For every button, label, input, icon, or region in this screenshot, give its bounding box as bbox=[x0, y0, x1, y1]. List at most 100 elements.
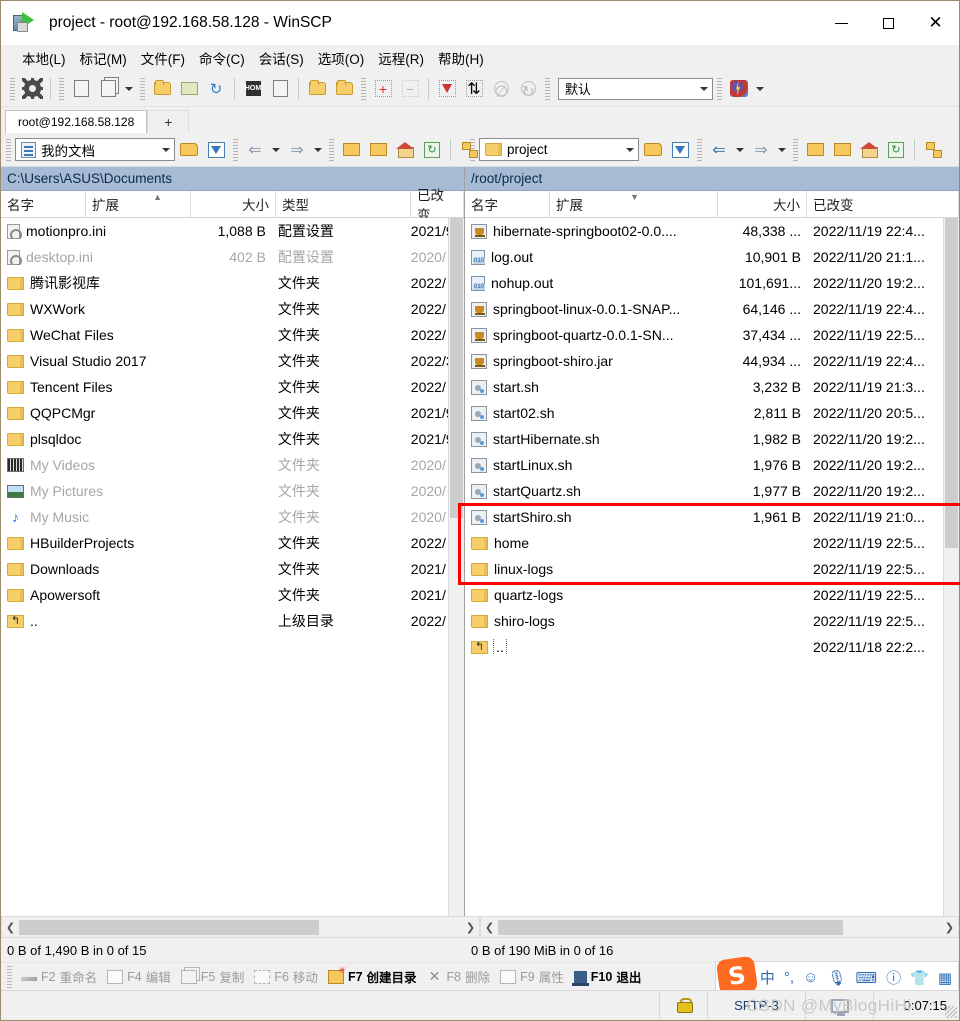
fkey-create-directory[interactable]: F7 创建目录 bbox=[324, 965, 421, 986]
ime-skin[interactable]: 👕 bbox=[910, 969, 929, 987]
local-table-row[interactable]: Tencent Files 文件夹 2022/ bbox=[1, 374, 464, 400]
remote-table-row[interactable]: log.out 10,901 B 2022/11/20 21:1... bbox=[465, 244, 959, 270]
fkey-rename[interactable]: F2 重命名 bbox=[17, 967, 101, 986]
toolbar-grip[interactable] bbox=[233, 138, 238, 161]
local-back-dropdown[interactable] bbox=[269, 137, 283, 163]
synchronize-browsing-button[interactable] bbox=[176, 76, 202, 102]
remote-table-row[interactable]: springboot-linux-0.0.1-SNAP... 64,146 ...… bbox=[465, 296, 959, 322]
session-tab-active[interactable]: root@192.168.58.128 bbox=[5, 110, 148, 133]
local-table-row[interactable]: Visual Studio 2017 文件夹 2022/3 bbox=[1, 348, 464, 374]
remote-table-row[interactable]: springboot-quartz-0.0.1-SN... 37,434 ... 2… bbox=[465, 322, 959, 348]
remote-table-row[interactable]: home 2022/11/19 22:5... bbox=[465, 530, 959, 556]
local-table-row[interactable]: Apowersoft 文件夹 2021/ bbox=[1, 582, 464, 608]
remote-col-changed[interactable]: 已改变 bbox=[807, 191, 959, 217]
local-home-directory-button[interactable] bbox=[392, 137, 418, 163]
toolbar-grip[interactable] bbox=[717, 77, 722, 100]
local-path-dropdown[interactable] bbox=[158, 139, 174, 160]
remote-forward-button[interactable]: ⇒ bbox=[748, 137, 774, 163]
local-tree-button[interactable] bbox=[456, 137, 482, 163]
remote-filter-button[interactable] bbox=[667, 137, 693, 163]
ime-toolbox[interactable]: ⓘ bbox=[886, 967, 901, 988]
keep-remote-directory-button[interactable] bbox=[726, 76, 752, 102]
ime-emoji[interactable]: ☺ bbox=[803, 969, 818, 986]
local-col-type[interactable]: 类型 bbox=[276, 191, 411, 217]
local-col-ext[interactable]: 扩展 ▲ bbox=[86, 191, 191, 217]
remote-table-row[interactable]: startHibernate.sh 1,982 B 2022/11/20 19:2.… bbox=[465, 426, 959, 452]
remote-root-directory-button[interactable] bbox=[829, 137, 855, 163]
local-table-row[interactable]: ♪ My Music 文件夹 2020/ bbox=[1, 504, 464, 530]
remote-forward-dropdown[interactable] bbox=[775, 137, 789, 163]
remote-table-row[interactable]: linux-logs 2022/11/19 22:5... bbox=[465, 556, 959, 582]
toolbar-grip[interactable] bbox=[697, 138, 702, 161]
toolbar-grip[interactable] bbox=[793, 138, 798, 161]
queue-button[interactable] bbox=[304, 76, 330, 102]
remote-vertical-scrollbar[interactable] bbox=[943, 218, 959, 916]
maximize-button[interactable] bbox=[865, 1, 912, 45]
remote-path-combo[interactable]: project bbox=[479, 138, 639, 161]
local-table-row[interactable]: 腾讯影视库 文件夹 2022/ bbox=[1, 270, 464, 296]
remote-col-ext[interactable]: 扩展 ▼ bbox=[550, 191, 718, 217]
fkey-copy[interactable]: F5 复制 bbox=[177, 967, 249, 986]
ime-mode-chinese[interactable]: 中 bbox=[760, 967, 775, 988]
remote-refresh-button[interactable]: ↻ bbox=[883, 137, 909, 163]
remote-table-row[interactable]: startLinux.sh 1,976 B 2022/11/20 19:2... bbox=[465, 452, 959, 478]
keep-remote-dropdown[interactable] bbox=[753, 76, 767, 102]
find-files-button[interactable] bbox=[331, 76, 357, 102]
remote-table-row[interactable]: startShiro.sh 1,961 B 2022/11/19 21:0... bbox=[465, 504, 959, 530]
ime-punctuation[interactable]: °, bbox=[784, 969, 794, 986]
minimize-button[interactable] bbox=[818, 1, 865, 45]
scroll-thumb[interactable] bbox=[498, 919, 843, 935]
remote-file-list[interactable]: hibernate-springboot02-0.0.... 48,338 ...… bbox=[465, 218, 959, 916]
menu-help[interactable]: 帮助(H) bbox=[431, 45, 491, 71]
console-button[interactable]: HOM bbox=[240, 76, 266, 102]
resize-grip[interactable] bbox=[945, 1006, 957, 1018]
menu-session[interactable]: 会话(S) bbox=[252, 45, 311, 71]
local-table-row[interactable]: QQPCMgr 文件夹 2021/9 bbox=[1, 400, 464, 426]
local-table-row[interactable]: ..上级目录2022/ bbox=[1, 608, 464, 634]
local-table-row[interactable]: motionpro.ini 1,088 B 配置设置 2021/9 bbox=[1, 218, 464, 244]
local-refresh-button[interactable]: ↻ bbox=[419, 137, 445, 163]
remote-open-directory-button[interactable] bbox=[640, 137, 666, 163]
local-table-row[interactable]: desktop.ini 402 B 配置设置 2020/ bbox=[1, 244, 464, 270]
scroll-thumb[interactable] bbox=[19, 919, 319, 935]
remote-table-row[interactable]: nohup.out 101,691... 2022/11/20 19:2... bbox=[465, 270, 959, 296]
toolbar-grip[interactable] bbox=[361, 77, 366, 100]
remote-back-button[interactable]: ⇐ bbox=[706, 137, 732, 163]
local-back-button[interactable]: ⇐ bbox=[242, 137, 268, 163]
fkey-properties[interactable]: F9 属性 bbox=[496, 967, 568, 986]
ime-keyboard[interactable]: ⌨ bbox=[855, 969, 877, 987]
scroll-track[interactable] bbox=[19, 919, 462, 935]
remote-table-row[interactable]: springboot-shiro.jar 44,934 ... 2022/11/19… bbox=[465, 348, 959, 374]
scroll-left-button[interactable]: ❮ bbox=[481, 917, 498, 937]
ime-menu[interactable]: ▦ bbox=[938, 969, 952, 987]
open-terminal-button[interactable] bbox=[267, 76, 293, 102]
scroll-thumb[interactable] bbox=[945, 218, 958, 548]
toolbar-grip[interactable] bbox=[545, 77, 550, 100]
local-root-directory-button[interactable] bbox=[365, 137, 391, 163]
menu-command[interactable]: 命令(C) bbox=[192, 45, 252, 71]
menu-options[interactable]: 选项(O) bbox=[311, 45, 372, 71]
fkey-edit[interactable]: F4 编辑 bbox=[103, 967, 175, 986]
add-bookmark-button[interactable]: + bbox=[370, 76, 396, 102]
local-col-size[interactable]: 大小 bbox=[191, 191, 276, 217]
local-table-row[interactable]: My Videos 文件夹 2020/ bbox=[1, 452, 464, 478]
remote-table-row[interactable]: quartz-logs 2022/11/19 22:5... bbox=[465, 582, 959, 608]
address-book-button[interactable] bbox=[68, 76, 94, 102]
transfer-preset-dropdown[interactable] bbox=[695, 79, 712, 99]
scroll-right-button[interactable]: ❯ bbox=[462, 917, 479, 937]
new-session-tab-button[interactable]: + bbox=[147, 110, 190, 133]
ime-voice[interactable]: 🎙 bbox=[827, 969, 846, 987]
scroll-left-button[interactable]: ❮ bbox=[2, 917, 19, 937]
local-open-directory-button[interactable] bbox=[176, 137, 202, 163]
local-col-name[interactable]: 名字 bbox=[1, 191, 86, 217]
remote-table-row[interactable]: shiro-logs 2022/11/19 22:5... bbox=[465, 608, 959, 634]
local-forward-button[interactable]: ⇒ bbox=[284, 137, 310, 163]
scroll-right-button[interactable]: ❯ bbox=[941, 917, 958, 937]
local-table-row[interactable]: WeChat Files 文件夹 2022/ bbox=[1, 322, 464, 348]
local-table-row[interactable]: My Pictures 文件夹 2020/ bbox=[1, 478, 464, 504]
remote-parent-directory-button[interactable] bbox=[802, 137, 828, 163]
fkey-move[interactable]: F6 移动 bbox=[250, 967, 322, 986]
synchronize-button[interactable] bbox=[149, 76, 175, 102]
remote-horizontal-scrollbar[interactable]: ❮ ❯ bbox=[480, 916, 959, 938]
remote-col-name[interactable]: 名字 bbox=[465, 191, 550, 217]
